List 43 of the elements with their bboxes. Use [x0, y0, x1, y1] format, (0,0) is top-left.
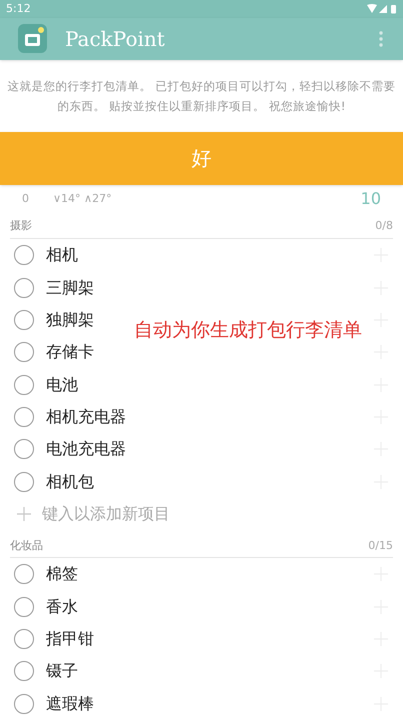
status-time: 5:12 [6, 0, 31, 17]
section-title: 摄影 [10, 218, 32, 234]
status-icons [367, 4, 397, 14]
suitcase-icon [18, 24, 47, 54]
item-label: 独脚架 [46, 308, 94, 331]
checkbox[interactable] [14, 407, 34, 428]
temperature-range: ∨14° ∧27° [53, 190, 112, 207]
checkbox[interactable] [14, 439, 34, 460]
section-count: 0/15 [368, 538, 393, 554]
item-label: 三脚架 [46, 276, 94, 298]
checkbox[interactable] [14, 472, 34, 492]
item-label: 电池充电器 [46, 438, 126, 460]
checkbox[interactable] [14, 596, 34, 617]
checkbox[interactable] [14, 694, 34, 714]
weather-count: 10 [360, 188, 381, 210]
checkbox[interactable] [14, 342, 34, 362]
section-title: 化妆品 [10, 538, 43, 554]
checkbox[interactable] [14, 564, 34, 584]
item-label: 相机 [46, 244, 78, 266]
checkbox[interactable] [14, 374, 34, 395]
plus-icon[interactable] [16, 506, 32, 522]
item-label: 棉签 [46, 563, 78, 586]
item-label: 指甲钳 [46, 628, 94, 650]
more-icon[interactable] [379, 30, 383, 47]
checkbox[interactable] [14, 245, 34, 266]
weather-value: 0 [22, 190, 29, 207]
item-label: 电池 [46, 374, 78, 396]
item-label: 相机包 [46, 470, 94, 493]
checkbox[interactable] [14, 310, 34, 330]
item-label: 镊子 [46, 660, 78, 682]
intro-text: 这就是您的行李打包清单。 已打包好的项目可以打勾，轻扫以移除不需要的东西。 贴按並按住以重新排序项目。 祝您旅途愉快! [6, 78, 396, 115]
item-label: 遮瑕棒 [46, 692, 94, 715]
section-count: 0/8 [375, 218, 393, 234]
checkbox[interactable] [14, 629, 34, 650]
item-label: 存储卡 [46, 341, 94, 364]
item-label: 香水 [46, 596, 78, 618]
ok-button[interactable]: 好 [0, 132, 403, 185]
promo-caption: 自动为你生成打包行李清单 [134, 318, 362, 343]
item-label: 相机充电器 [46, 406, 126, 428]
app-title: PackPoint [65, 26, 165, 53]
checkbox[interactable] [14, 278, 34, 298]
checkbox[interactable] [14, 661, 34, 682]
add-item-field[interactable]: 键入以添加新项目 [42, 502, 389, 526]
